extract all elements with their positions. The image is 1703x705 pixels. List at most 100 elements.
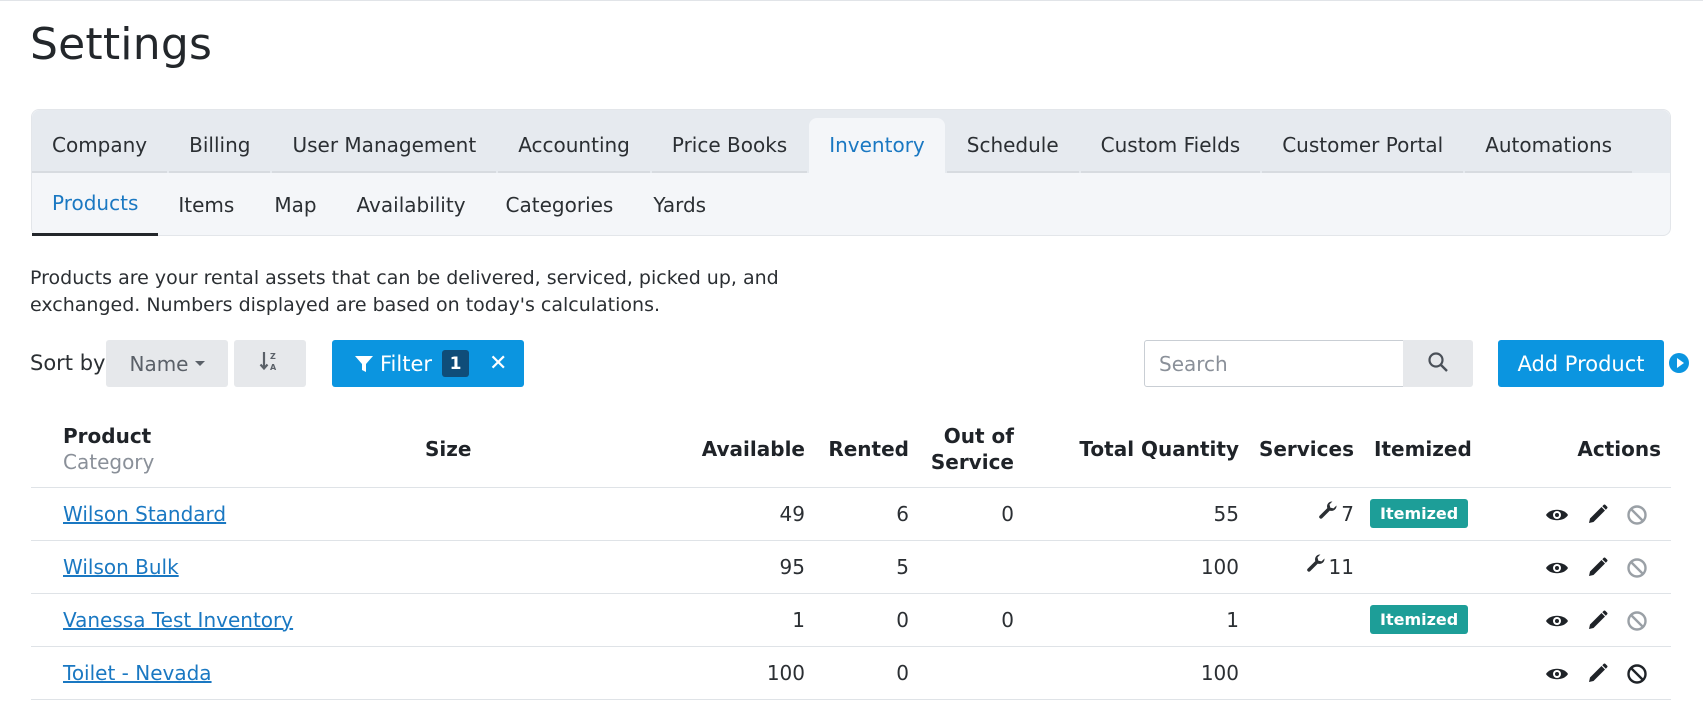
available-column-header[interactable]: Available bbox=[597, 411, 815, 488]
itemized-cell: Itemized bbox=[1364, 487, 1484, 541]
table-row: Vanessa Test Inventory 1 0 0 1 Itemized bbox=[31, 593, 1671, 647]
total-quantity-cell: 55 bbox=[1024, 487, 1249, 541]
sort-field-value: Name bbox=[129, 351, 189, 376]
tab-price-books[interactable]: Price Books bbox=[651, 118, 808, 173]
sort-alpha-down-icon: Z A bbox=[259, 350, 281, 377]
total-quantity-column-header[interactable]: Total Quantity bbox=[1024, 411, 1249, 488]
product-name-link[interactable]: Wilson Bulk bbox=[63, 555, 179, 579]
available-cell: 95 bbox=[597, 540, 815, 594]
out-of-service-column-header[interactable]: Out of Service bbox=[919, 411, 1024, 488]
tab-user-management[interactable]: User Management bbox=[272, 118, 497, 173]
products-table-body: Wilson Standard 49 6 0 55 7 Itemized Wilson Bul… bbox=[31, 487, 1671, 700]
view-icon[interactable] bbox=[1537, 664, 1577, 684]
product-column-header[interactable]: Product Category bbox=[31, 411, 425, 488]
settings-tabs: Company Billing User Management Accounting P… bbox=[31, 109, 1671, 236]
out-of-service-header-line1: Out of bbox=[943, 423, 1014, 448]
actions-cell bbox=[1484, 487, 1671, 541]
tab-billing[interactable]: Billing bbox=[169, 118, 271, 173]
tab-automations[interactable]: Automations bbox=[1465, 118, 1633, 173]
page-title: Settings bbox=[30, 19, 213, 70]
product-header-label: Product bbox=[63, 423, 152, 448]
rented-column-header[interactable]: Rented bbox=[815, 411, 919, 488]
tab-custom-fields[interactable]: Custom Fields bbox=[1080, 118, 1261, 173]
edit-icon[interactable] bbox=[1577, 504, 1617, 526]
services-count: 11 bbox=[1328, 554, 1354, 579]
services-column-header[interactable]: Services bbox=[1249, 411, 1364, 488]
subtab-map[interactable]: Map bbox=[254, 173, 336, 236]
table-row: Toilet - Nevada 100 0 100 bbox=[31, 646, 1671, 700]
subtab-yards[interactable]: Yards bbox=[633, 173, 726, 236]
edit-icon[interactable] bbox=[1577, 557, 1617, 579]
itemized-badge: Itemized bbox=[1370, 605, 1469, 634]
total-quantity-cell: 1 bbox=[1024, 593, 1249, 647]
product-name-link[interactable]: Toilet - Nevada bbox=[63, 661, 212, 685]
view-icon[interactable] bbox=[1537, 611, 1577, 631]
subtab-items[interactable]: Items bbox=[158, 173, 254, 236]
size-cell bbox=[425, 487, 597, 541]
size-column-header[interactable]: Size bbox=[425, 411, 597, 488]
disable-icon[interactable] bbox=[1617, 610, 1657, 632]
rented-cell: 0 bbox=[815, 646, 919, 700]
services-count: 7 bbox=[1341, 501, 1354, 526]
rented-cell: 6 bbox=[815, 487, 919, 541]
tab-inventory[interactable]: Inventory bbox=[809, 118, 945, 173]
subtab-products[interactable]: Products bbox=[32, 173, 159, 236]
edit-icon[interactable] bbox=[1577, 663, 1617, 685]
sort-direction-button[interactable]: Z A bbox=[234, 340, 306, 387]
page-description: Products are your rental assets that can… bbox=[30, 267, 779, 316]
itemized-cell bbox=[1364, 646, 1484, 700]
add-product-button[interactable]: Add Product bbox=[1498, 340, 1664, 387]
tab-accounting[interactable]: Accounting bbox=[498, 118, 650, 173]
svg-text:Z: Z bbox=[270, 352, 276, 361]
total-quantity-cell: 100 bbox=[1024, 646, 1249, 700]
subtab-categories[interactable]: Categories bbox=[486, 173, 634, 236]
search-input[interactable] bbox=[1144, 340, 1404, 387]
view-icon[interactable] bbox=[1537, 505, 1577, 525]
product-name-link[interactable]: Vanessa Test Inventory bbox=[63, 608, 293, 632]
itemized-cell: Itemized bbox=[1364, 593, 1484, 647]
total-quantity-cell: 100 bbox=[1024, 540, 1249, 594]
caret-down-icon bbox=[194, 361, 205, 366]
table-row: Wilson Bulk 95 5 100 11 bbox=[31, 540, 1671, 594]
search-button[interactable] bbox=[1403, 340, 1473, 387]
play-circle-icon[interactable] bbox=[1669, 353, 1689, 373]
sort-by-label: Sort by bbox=[30, 351, 106, 375]
search-icon bbox=[1427, 351, 1449, 377]
out-of-service-header-line2: Service bbox=[930, 449, 1014, 474]
rented-cell: 5 bbox=[815, 540, 919, 594]
disable-icon[interactable] bbox=[1617, 504, 1657, 526]
filter-count-badge: 1 bbox=[442, 350, 470, 377]
disable-icon[interactable] bbox=[1617, 557, 1657, 579]
clear-filter-icon[interactable]: ✕ bbox=[489, 351, 507, 376]
available-cell: 100 bbox=[597, 646, 815, 700]
services-cell bbox=[1249, 646, 1364, 700]
view-icon[interactable] bbox=[1537, 558, 1577, 578]
services-cell bbox=[1249, 593, 1364, 647]
wrench-icon bbox=[1318, 501, 1338, 526]
actions-cell bbox=[1484, 593, 1671, 647]
size-cell bbox=[425, 540, 597, 594]
disable-icon[interactable] bbox=[1617, 663, 1657, 685]
sub-tab-bar: Products Items Map Availability Categories Ya… bbox=[32, 173, 726, 236]
subtab-availability[interactable]: Availability bbox=[337, 173, 486, 236]
out-of-service-cell bbox=[919, 646, 1024, 700]
available-cell: 1 bbox=[597, 593, 815, 647]
svg-text:A: A bbox=[270, 363, 277, 372]
actions-cell bbox=[1484, 646, 1671, 700]
sort-field-dropdown[interactable]: Name bbox=[106, 340, 228, 387]
out-of-service-cell bbox=[919, 540, 1024, 594]
itemized-column-header[interactable]: Itemized bbox=[1364, 411, 1484, 488]
itemized-badge: Itemized bbox=[1370, 499, 1469, 528]
actions-column-header: Actions bbox=[1484, 411, 1671, 488]
out-of-service-cell: 0 bbox=[919, 487, 1024, 541]
tab-company[interactable]: Company bbox=[32, 118, 168, 173]
tab-schedule[interactable]: Schedule bbox=[946, 118, 1079, 173]
tab-customer-portal[interactable]: Customer Portal bbox=[1262, 118, 1464, 173]
product-name-link[interactable]: Wilson Standard bbox=[63, 502, 226, 526]
out-of-service-cell: 0 bbox=[919, 593, 1024, 647]
edit-icon[interactable] bbox=[1577, 610, 1617, 632]
size-cell bbox=[425, 646, 597, 700]
filter-button[interactable]: Filter 1 ✕ bbox=[332, 340, 524, 387]
available-cell: 49 bbox=[597, 487, 815, 541]
services-cell: 11 bbox=[1249, 540, 1364, 594]
